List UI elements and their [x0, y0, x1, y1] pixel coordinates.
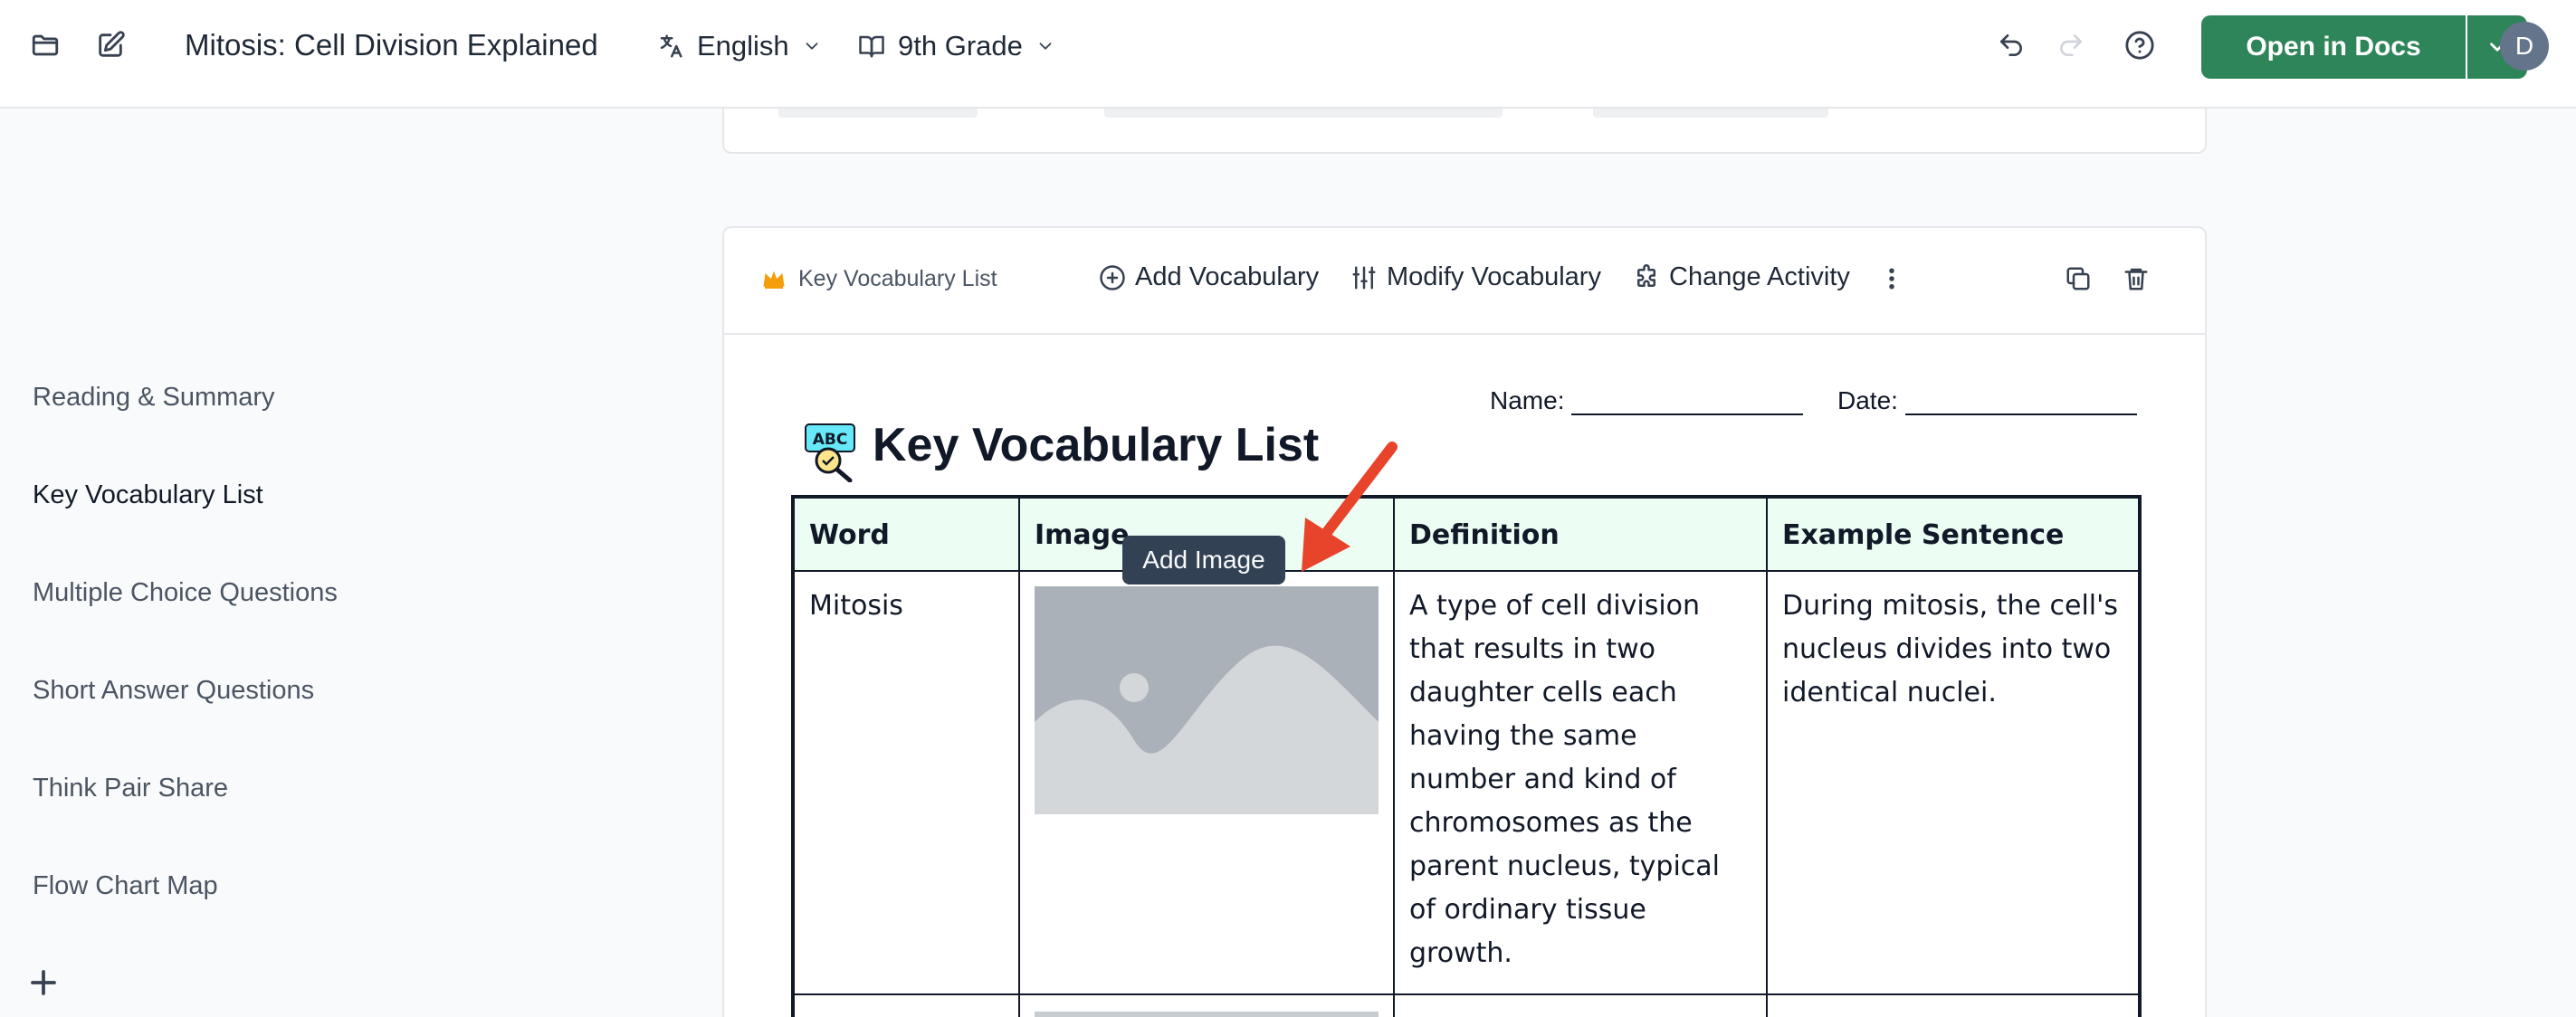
grade-dropdown[interactable]: 9th Grade	[858, 26, 1055, 66]
word-cell[interactable]: Mitosis	[792, 570, 1020, 995]
more-options-icon[interactable]	[1875, 262, 1908, 295]
column-header-example: Example Sentence	[1766, 496, 2141, 572]
modify-vocabulary-label: Modify Vocabulary	[1387, 262, 1601, 291]
language-label: English	[697, 30, 789, 62]
annotation-arrow-icon	[1302, 442, 1398, 572]
redo-icon[interactable]	[2053, 27, 2089, 63]
image-placeholder[interactable]	[1035, 1012, 1379, 1017]
column-header-definition: Definition	[1393, 496, 1768, 572]
image-placeholder[interactable]	[1035, 586, 1379, 814]
add-image-tooltip: Add Image	[1122, 536, 1285, 585]
svg-text:ABC: ABC	[813, 431, 848, 449]
definition-cell[interactable]	[1393, 993, 1768, 1017]
activity-label: Key Vocabulary List	[762, 266, 997, 292]
table-row	[792, 993, 2141, 1017]
example-cell[interactable]	[1766, 993, 2141, 1017]
date-line	[1904, 392, 2137, 415]
sidebar-item-key-vocabulary[interactable]: Key Vocabulary List	[33, 480, 263, 510]
grade-label: 9th Grade	[898, 30, 1023, 62]
sidebar-item-flow-chart-map[interactable]: Flow Chart Map	[33, 871, 218, 901]
chevron-down-icon	[1039, 43, 1052, 50]
sidebar-item-short-answer[interactable]: Short Answer Questions	[33, 676, 314, 706]
avatar[interactable]: D	[2500, 22, 2549, 71]
abc-magnifier-icon: ABC	[805, 423, 855, 482]
crown-icon	[763, 271, 785, 289]
sliders-icon	[1352, 266, 1376, 289]
copy-icon[interactable]	[2062, 262, 2094, 295]
example-cell[interactable]: During mitosis, the cell's nucleus divid…	[1766, 570, 2141, 995]
document-title[interactable]: Mitosis: Cell Division Explained	[185, 28, 598, 62]
sidebar-item-reading-summary[interactable]: Reading & Summary	[33, 383, 275, 413]
image-cell	[1018, 570, 1395, 995]
date-label: Date:	[1837, 386, 1898, 414]
date-field[interactable]: Date:	[1837, 386, 2137, 415]
undo-icon[interactable]	[1993, 27, 2029, 63]
trash-icon[interactable]	[2120, 262, 2152, 295]
word-cell[interactable]	[792, 993, 1020, 1017]
vocabulary-table: Word Image Definition Example Sentence M…	[791, 495, 2142, 1017]
open-in-docs-button[interactable]: Open in Docs	[2201, 15, 2466, 79]
book-icon	[859, 35, 884, 58]
column-header-word: Word	[792, 496, 1020, 572]
table-row: Mitosis A type of cell division that res…	[792, 570, 2141, 995]
name-line	[1571, 392, 1804, 415]
sidebar-item-think-pair-share[interactable]: Think Pair Share	[33, 774, 228, 803]
modify-vocabulary-button[interactable]: Modify Vocabulary	[1350, 262, 1601, 292]
name-field[interactable]: Name:	[1490, 386, 1804, 415]
plus-icon	[31, 970, 56, 995]
definition-cell[interactable]: A type of cell division that results in …	[1393, 570, 1768, 995]
activity-label-text: Key Vocabulary List	[798, 266, 997, 291]
plus-circle-icon	[1100, 264, 1125, 290]
change-activity-button[interactable]: Change Activity	[1633, 262, 1850, 292]
folder-icon[interactable]	[27, 27, 63, 63]
image-cell	[1018, 993, 1395, 1017]
key-vocabulary-card: Key Vocabulary List Add Vocabulary Modif…	[722, 226, 2207, 1017]
table-header-row: Word Image Definition Example Sentence	[792, 496, 2141, 572]
language-dropdown[interactable]: English	[657, 26, 822, 66]
change-activity-label: Change Activity	[1669, 262, 1850, 291]
help-icon[interactable]	[2122, 27, 2158, 63]
add-vocabulary-button[interactable]: Add Vocabulary	[1099, 262, 1319, 292]
add-vocabulary-label: Add Vocabulary	[1135, 262, 1320, 291]
sidebar-item-multiple-choice[interactable]: Multiple Choice Questions	[33, 578, 338, 608]
name-label: Name:	[1490, 386, 1565, 414]
chevron-down-icon	[806, 43, 818, 50]
edit-icon[interactable]	[92, 27, 129, 63]
card-toolbar: Key Vocabulary List Add Vocabulary Modif…	[724, 228, 2205, 335]
top-bar: Mitosis: Cell Division Explained English…	[0, 0, 2576, 109]
add-section-button[interactable]	[27, 966, 60, 999]
worksheet-title: Key Vocabulary List	[873, 419, 1320, 471]
puzzle-icon	[1637, 263, 1655, 287]
image-placeholder-icon	[1035, 586, 1379, 814]
translate-icon	[660, 34, 682, 58]
